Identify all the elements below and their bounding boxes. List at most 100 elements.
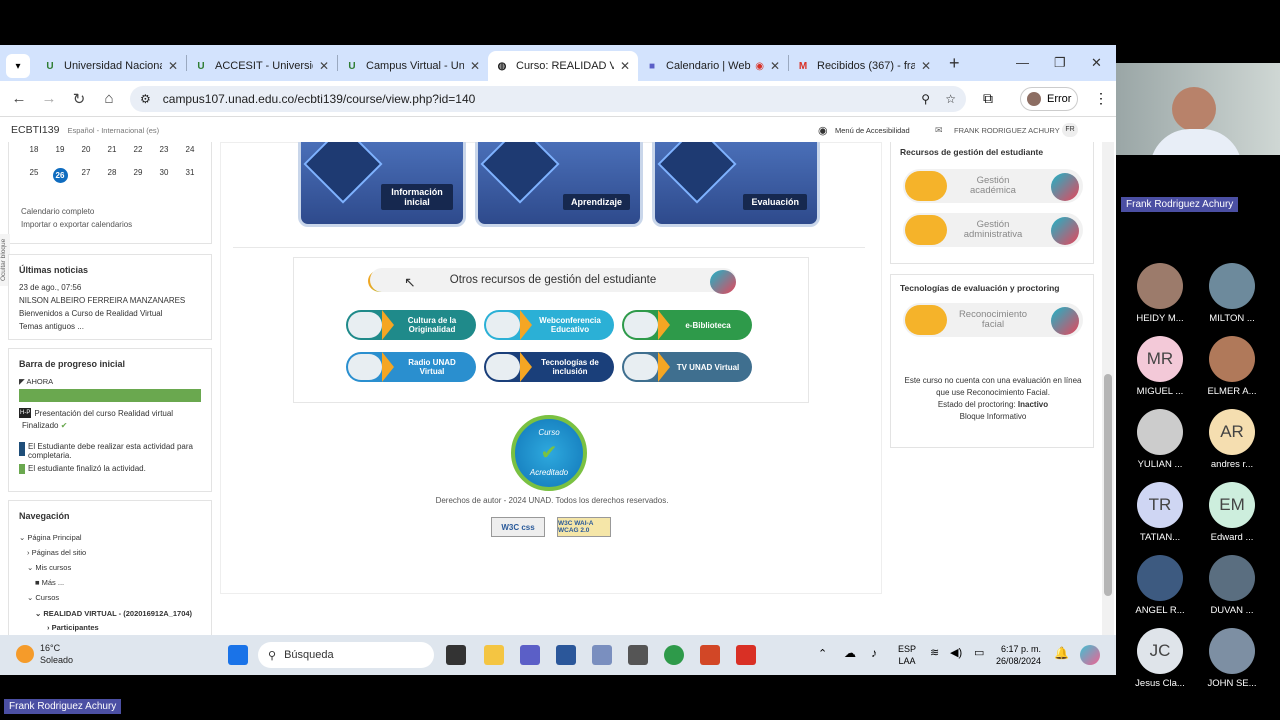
forward-icon[interactable]: → xyxy=(34,90,64,107)
full-calendar-link[interactable]: Calendario completo xyxy=(21,207,207,216)
gestion-academica-button[interactable]: Gestión académica xyxy=(903,169,1083,203)
close-tab-icon[interactable]: ✕ xyxy=(620,59,630,73)
maximize-icon[interactable]: ❐ xyxy=(1054,55,1066,71)
minimize-icon[interactable]: — xyxy=(1016,55,1029,70)
address-bar[interactable]: ⚙ campus107.unad.edu.co/ecbti139/course/… xyxy=(130,86,966,112)
tv-unad-button[interactable]: TV UNAD Virtual xyxy=(622,352,752,382)
wifi-icon[interactable]: ≋ xyxy=(930,646,939,659)
w3c-css-badge[interactable]: W3C css xyxy=(491,517,545,537)
nav-item[interactable]: ⌄ Cursos xyxy=(27,593,201,602)
nav-item[interactable]: › Participantes xyxy=(47,623,201,632)
language-indicator[interactable]: ESP LAA xyxy=(898,643,916,667)
nav-item[interactable]: ⌄ Mis cursos xyxy=(27,563,201,572)
participant-tile[interactable]: ELMER A... xyxy=(1202,336,1262,397)
chevron-up-icon[interactable]: ⌃ xyxy=(818,647,827,660)
participant-tile[interactable]: MR MIGUEL ... xyxy=(1130,336,1190,397)
activity-link[interactable]: Presentación del curso Realidad virtual xyxy=(34,409,173,418)
main-content: Información inicial Aprendizaje Evaluaci… xyxy=(220,142,882,594)
bookmark-star-icon[interactable]: ☆ xyxy=(945,92,956,106)
tab-4[interactable]: ■ Calendario | Web ◉ ✕ xyxy=(638,51,788,81)
weather-widget[interactable]: 16°C Soleado xyxy=(40,642,73,666)
progress-bar[interactable] xyxy=(19,389,201,402)
tile-aprendizaje[interactable]: Aprendizaje xyxy=(475,142,643,227)
course-short-name[interactable]: ECBTI139 xyxy=(11,124,59,136)
task-view-icon[interactable] xyxy=(446,645,466,665)
acrobat-icon[interactable] xyxy=(736,645,756,665)
close-tab-icon[interactable]: ✕ xyxy=(470,59,480,73)
participant-tile[interactable]: MILTON ... xyxy=(1202,263,1262,324)
tab-1[interactable]: UACCESIT - Universidad✕ xyxy=(187,51,337,81)
mail-icon[interactable]: ✉ xyxy=(935,125,943,136)
close-window-icon[interactable]: ✕ xyxy=(1091,55,1102,71)
notification-bell-icon[interactable]: 🔔 xyxy=(1054,646,1069,660)
gestion-administrativa-button[interactable]: Gestión administrativa xyxy=(903,213,1083,247)
tab-0[interactable]: U Universidad Nacional ✕ xyxy=(36,51,186,81)
page-scrollbar[interactable] xyxy=(1102,142,1114,635)
tile-informacion-inicial[interactable]: Información inicial xyxy=(298,142,466,227)
powerpoint-icon[interactable] xyxy=(700,645,720,665)
menu-icon[interactable]: ⋮ xyxy=(1094,90,1108,107)
tab-3-active[interactable]: ◍Curso: REALIDAD VIR✕ xyxy=(488,51,638,81)
tile-evaluacion[interactable]: Evaluación xyxy=(652,142,820,227)
site-settings-icon[interactable]: ⚙ xyxy=(140,92,151,106)
w3c-wcag-badge[interactable]: W3C WAI-A WCAG 2.0 xyxy=(557,517,611,537)
new-tab-icon[interactable]: + xyxy=(949,53,960,74)
reconocimiento-facial-button[interactable]: Reconocimiento facial xyxy=(903,303,1083,337)
nav-item[interactable]: ■ Más ... xyxy=(35,578,201,587)
cloud-icon[interactable]: ☁ xyxy=(844,646,856,660)
close-tab-icon[interactable]: ✕ xyxy=(770,59,780,73)
extensions-icon[interactable]: ⧉ xyxy=(983,90,993,107)
participant-tile[interactable]: TR TATIAN... xyxy=(1130,482,1190,543)
battery-icon[interactable]: ▭ xyxy=(974,646,984,659)
nav-item-course[interactable]: ⌄ REALIDAD VIRTUAL - (202016912A_1704) xyxy=(35,608,201,620)
cultura-originalidad-button[interactable]: Cultura de la Originalidad xyxy=(346,310,476,340)
globe-icon: ◍ xyxy=(497,60,507,72)
user-menu[interactable]: FRANK RODRIGUEZ ACHURY xyxy=(954,126,1060,135)
language-selector[interactable]: Español - Internacional (es) xyxy=(67,126,159,135)
calculator-icon[interactable] xyxy=(628,645,648,665)
home-icon[interactable]: ⌂ xyxy=(94,90,124,107)
accessibility-menu[interactable]: Menú de Accesibilidad xyxy=(835,126,910,135)
participant-tile[interactable]: ANGEL R... xyxy=(1130,555,1190,616)
profile-button[interactable]: Error xyxy=(1020,87,1078,111)
tab-5[interactable]: M Recibidos (367) - fran ✕ xyxy=(789,51,939,81)
word-icon[interactable] xyxy=(556,645,576,665)
snipping-tool-icon[interactable] xyxy=(592,645,612,665)
navigation-title: Navegación xyxy=(19,511,70,521)
tab-2[interactable]: U Campus Virtual - Uni ✕ xyxy=(338,51,488,81)
calendar-today[interactable]: 26 xyxy=(52,168,68,183)
participant-tile[interactable]: DUVAN ... xyxy=(1202,555,1262,616)
reload-icon[interactable]: ↻ xyxy=(64,90,94,108)
close-tab-icon[interactable]: ✕ xyxy=(319,59,329,73)
file-explorer-icon[interactable] xyxy=(484,645,504,665)
back-icon[interactable]: ← xyxy=(4,90,34,107)
participant-tile[interactable]: YULIAN ... xyxy=(1130,409,1190,470)
participant-tile[interactable]: HEIDY M... xyxy=(1130,263,1190,324)
microphone-icon[interactable]: ♪ xyxy=(871,646,877,660)
e-biblioteca-button[interactable]: e-Biblioteca xyxy=(622,310,752,340)
windows-start-icon[interactable] xyxy=(228,645,248,665)
close-tab-icon[interactable]: ✕ xyxy=(168,59,178,73)
radio-unad-button[interactable]: Radio UNAD Virtual xyxy=(346,352,476,382)
participant-tile[interactable]: EM Edward ... xyxy=(1202,482,1262,543)
participant-tile[interactable]: AR andres r... xyxy=(1202,409,1262,470)
nav-item[interactable]: ⌄ Página Principal xyxy=(19,533,201,542)
zoom-icon[interactable]: ⚲ xyxy=(921,92,930,106)
export-calendar-link[interactable]: Importar o exportar calendarios xyxy=(21,220,207,229)
chrome-icon[interactable] xyxy=(664,645,684,665)
news-link[interactable]: Bienvenidos a Curso de Realidad Virtual xyxy=(19,309,201,318)
participant-tile[interactable]: JC Jesus Cla... xyxy=(1130,628,1190,689)
teams-taskbar-icon[interactable] xyxy=(520,645,540,665)
older-news-link[interactable]: Temas antiguos ... xyxy=(19,322,201,331)
webconferencia-button[interactable]: Webconferencia Educativo xyxy=(484,310,614,340)
clock[interactable]: 6:17 p. m. 26/08/2024 xyxy=(996,643,1041,667)
nav-item[interactable]: › Páginas del sitio xyxy=(27,548,201,557)
participant-tile[interactable]: JOHN SE... xyxy=(1202,628,1262,689)
taskbar-search[interactable]: ⚲ Búsqueda xyxy=(258,642,434,668)
tab-search-icon[interactable]: ▾ xyxy=(6,54,30,78)
copilot-icon[interactable] xyxy=(1080,645,1100,665)
user-initials[interactable]: FR xyxy=(1062,123,1078,137)
volume-icon[interactable]: ◀) xyxy=(950,646,962,659)
close-tab-icon[interactable]: ✕ xyxy=(921,59,931,73)
tecnologias-inclusion-button[interactable]: Tecnologías de inclusión xyxy=(484,352,614,382)
